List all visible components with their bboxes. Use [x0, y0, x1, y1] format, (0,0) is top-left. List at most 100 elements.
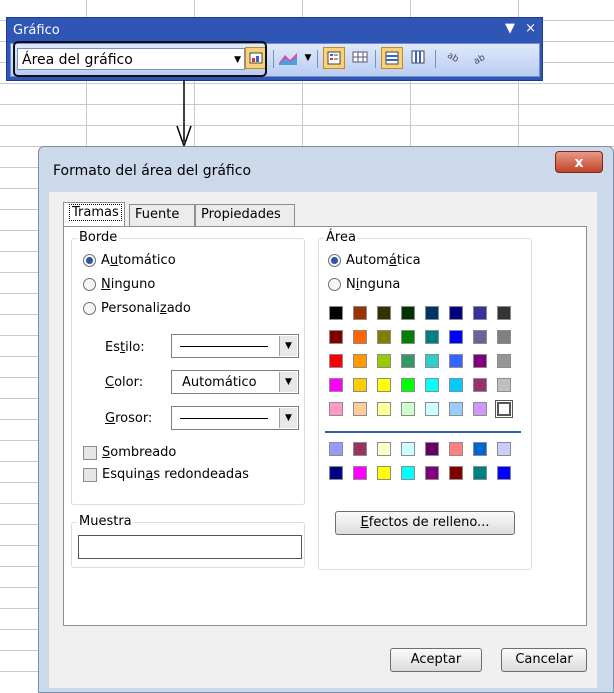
- chart-color-swatch[interactable]: [353, 466, 367, 480]
- chart-color-swatch[interactable]: [329, 466, 343, 480]
- color-label: Color:: [105, 375, 144, 390]
- color-swatch[interactable]: [401, 306, 415, 320]
- chart-color-swatch[interactable]: [473, 466, 487, 480]
- chart-color-swatch[interactable]: [401, 442, 415, 456]
- color-swatch[interactable]: [473, 354, 487, 368]
- color-select[interactable]: Automático ▼: [171, 370, 299, 394]
- area-none-radio[interactable]: Ninguna: [328, 277, 400, 292]
- color-swatch[interactable]: [497, 330, 511, 344]
- ok-button[interactable]: Aceptar: [390, 648, 482, 672]
- chart-color-swatch[interactable]: [377, 466, 391, 480]
- chart-color-swatch[interactable]: [353, 442, 367, 456]
- chart-color-swatch[interactable]: [425, 466, 439, 480]
- color-swatch[interactable]: [329, 354, 343, 368]
- style-select[interactable]: ▼: [171, 334, 299, 358]
- border-none-radio[interactable]: Ninguno: [83, 277, 155, 292]
- color-swatch[interactable]: [353, 378, 367, 392]
- color-swatch[interactable]: [329, 378, 343, 392]
- color-swatch[interactable]: [449, 330, 463, 344]
- tab-propiedades[interactable]: Propiedades: [195, 204, 295, 226]
- area-automatic-radio[interactable]: Automática: [328, 253, 421, 268]
- color-swatch[interactable]: [473, 306, 487, 320]
- angle-text-upward-icon[interactable]: ab: [469, 47, 491, 69]
- chevron-down-icon[interactable]: ▼: [279, 336, 297, 356]
- color-swatch[interactable]: [353, 306, 367, 320]
- chevron-down-icon[interactable]: ▼: [279, 372, 297, 392]
- color-select-value: Automático: [182, 375, 257, 390]
- color-swatch[interactable]: [377, 306, 391, 320]
- shadow-checkbox[interactable]: Sombreado: [83, 445, 176, 460]
- color-swatch[interactable]: [377, 330, 391, 344]
- toolbar-close-icon[interactable]: ×: [525, 21, 536, 36]
- weight-select[interactable]: ▼: [171, 406, 299, 430]
- color-swatch[interactable]: [377, 354, 391, 368]
- toolbar-options-icon[interactable]: ▼: [505, 21, 515, 36]
- tab-fuente[interactable]: Fuente: [129, 204, 195, 226]
- by-column-icon[interactable]: [407, 47, 429, 69]
- color-swatch[interactable]: [473, 402, 487, 416]
- color-swatch[interactable]: [377, 378, 391, 392]
- chart-color-swatch[interactable]: [329, 442, 343, 456]
- chart-color-swatch[interactable]: [377, 442, 391, 456]
- arrow-down-icon: [176, 80, 192, 149]
- color-swatch[interactable]: [449, 402, 463, 416]
- color-swatch[interactable]: [473, 330, 487, 344]
- border-automatic-radio[interactable]: Automático: [83, 253, 176, 268]
- tab-tramas[interactable]: Tramas: [63, 202, 125, 227]
- color-swatch[interactable]: [353, 354, 367, 368]
- dialog-title: Formato del área del gráfico: [53, 163, 252, 179]
- highlight-outline: [13, 41, 267, 77]
- color-swatch[interactable]: [497, 354, 511, 368]
- tramas-panel: Borde Automático Ninguno Personalizado E…: [63, 226, 587, 626]
- color-swatch[interactable]: [425, 354, 439, 368]
- color-swatch[interactable]: [401, 378, 415, 392]
- area-group: Área Automática Ninguna Efectos de relle…: [318, 230, 532, 570]
- color-swatch[interactable]: [425, 330, 439, 344]
- border-custom-radio[interactable]: Personalizado: [83, 301, 191, 316]
- chart-color-swatch[interactable]: [473, 442, 487, 456]
- color-swatch[interactable]: [353, 402, 367, 416]
- color-swatch[interactable]: [425, 378, 439, 392]
- svg-text:ab: ab: [445, 51, 460, 65]
- color-swatch[interactable]: [377, 402, 391, 416]
- color-swatch[interactable]: [449, 378, 463, 392]
- line-style-sample: [180, 346, 268, 347]
- sample-preview: [78, 535, 302, 559]
- close-button[interactable]: x: [555, 151, 603, 173]
- color-swatch[interactable]: [497, 378, 511, 392]
- color-swatch[interactable]: [401, 354, 415, 368]
- color-swatch[interactable]: [473, 378, 487, 392]
- data-table-icon[interactable]: [349, 47, 371, 69]
- by-row-icon[interactable]: [381, 47, 403, 69]
- svg-text:ab: ab: [472, 53, 487, 66]
- color-swatch[interactable]: [329, 330, 343, 344]
- chart-type-dropdown-icon[interactable]: ▼: [297, 47, 319, 69]
- color-swatch[interactable]: [353, 330, 367, 344]
- color-swatch[interactable]: [495, 400, 513, 418]
- chart-color-swatch[interactable]: [497, 466, 511, 480]
- chart-color-swatch[interactable]: [401, 466, 415, 480]
- color-swatch[interactable]: [449, 306, 463, 320]
- chart-type-icon[interactable]: [277, 47, 299, 69]
- chart-color-swatch[interactable]: [449, 442, 463, 456]
- color-swatch[interactable]: [449, 354, 463, 368]
- chart-color-swatch[interactable]: [497, 442, 511, 456]
- cancel-button[interactable]: Cancelar: [501, 648, 587, 672]
- color-swatch[interactable]: [329, 306, 343, 320]
- legend-icon[interactable]: [323, 47, 345, 69]
- chart-color-swatch[interactable]: [425, 442, 439, 456]
- rounded-corners-checkbox[interactable]: Esquinas redondeadas: [83, 467, 249, 482]
- chevron-down-icon[interactable]: ▼: [279, 408, 297, 428]
- color-swatch[interactable]: [401, 402, 415, 416]
- color-swatch[interactable]: [425, 402, 439, 416]
- fill-effects-button[interactable]: Efectos de relleno...: [335, 511, 515, 535]
- toolbar-title: Gráfico: [13, 23, 60, 38]
- color-swatch[interactable]: [329, 402, 343, 416]
- weight-label: Grosor:: [105, 411, 153, 426]
- color-swatch[interactable]: [425, 306, 439, 320]
- color-swatch[interactable]: [497, 306, 511, 320]
- angle-text-downward-icon[interactable]: ab: [443, 47, 465, 69]
- chart-color-swatch[interactable]: [449, 466, 463, 480]
- border-group: Borde Automático Ninguno Personalizado E…: [71, 230, 305, 505]
- color-swatch[interactable]: [401, 330, 415, 344]
